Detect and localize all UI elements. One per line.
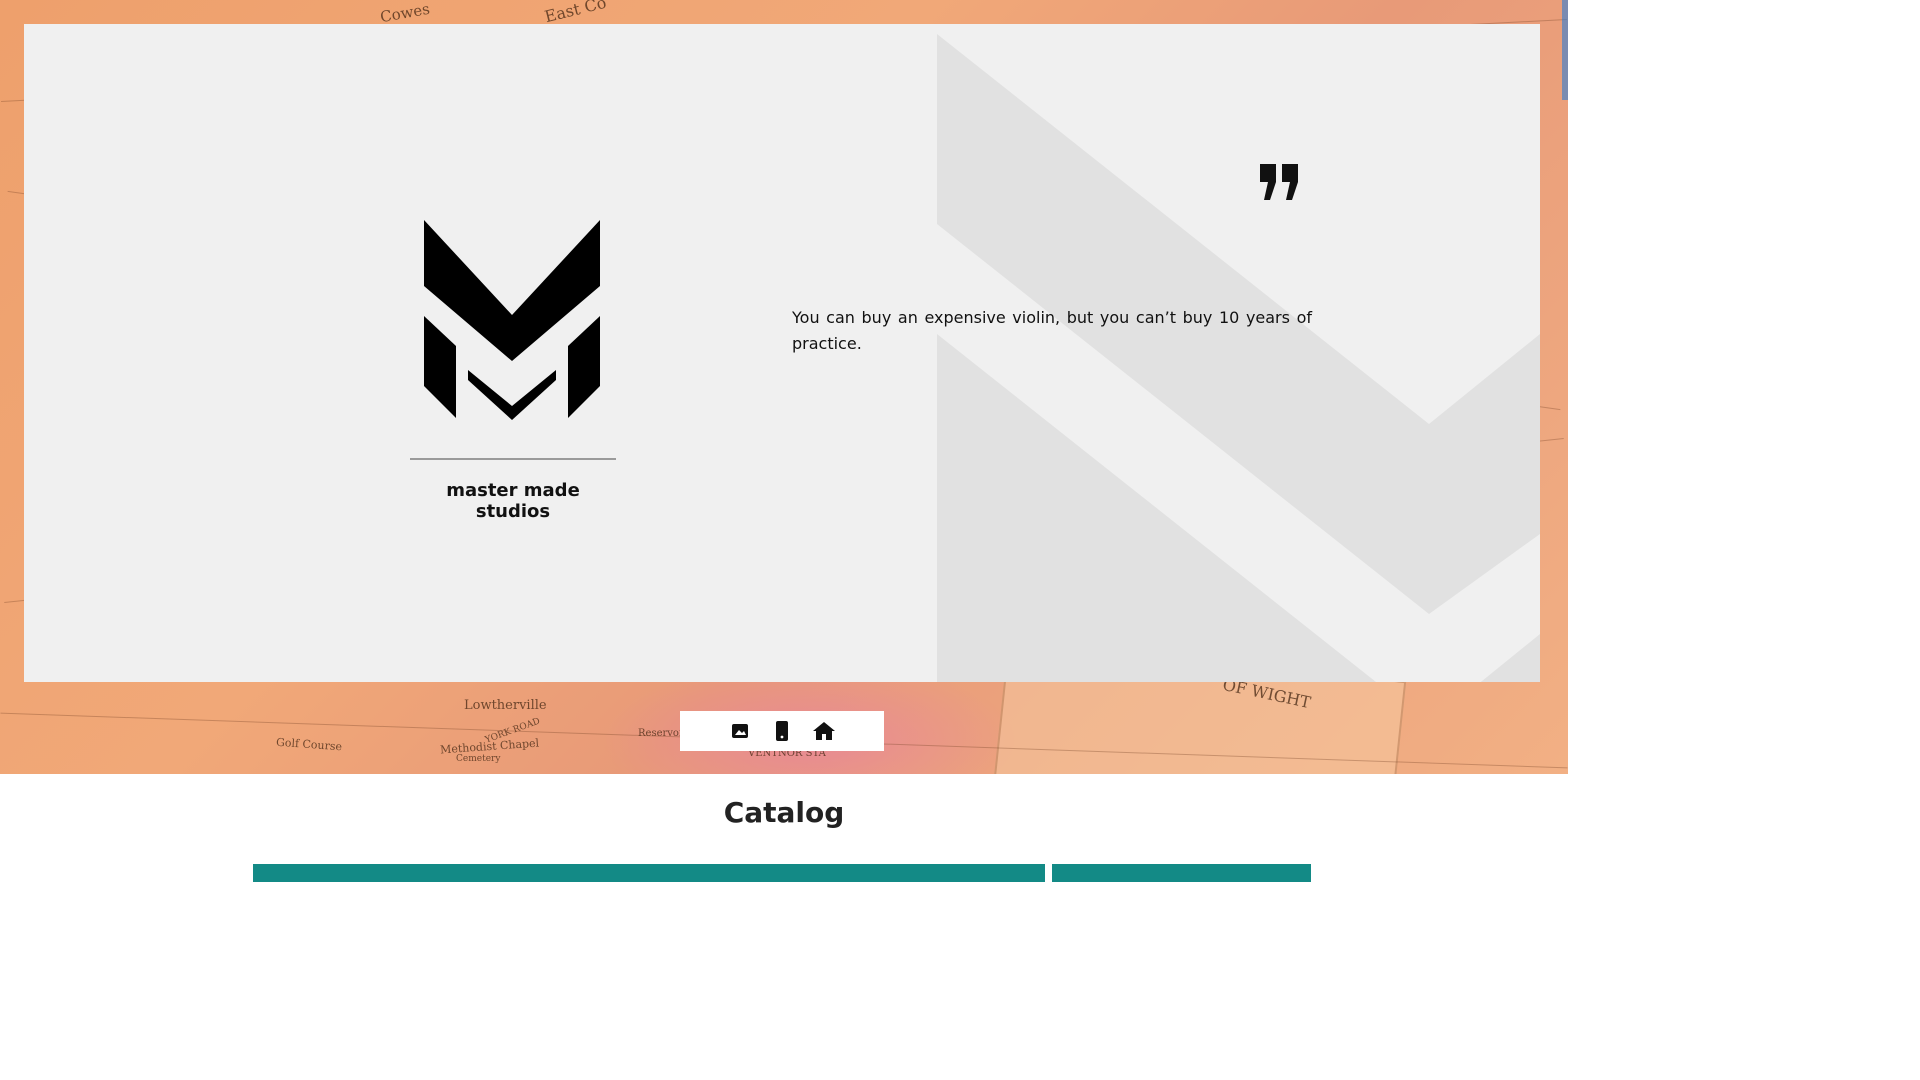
image-icon <box>732 724 748 738</box>
icon-toolbar <box>680 711 884 751</box>
catalog-heading: Catalog <box>723 796 845 829</box>
brand-logo-block: master made studios <box>410 220 616 522</box>
map-label: East Co <box>542 0 609 27</box>
hero-panel: master made studios You can buy an expen… <box>24 24 1540 682</box>
map-label: Golf Course <box>275 735 343 754</box>
catalog-card[interactable] <box>253 864 1045 882</box>
home-button[interactable] <box>812 719 836 743</box>
hero-quote: You can buy an expensive violin, but you… <box>792 308 1312 353</box>
map-label: Cemetery <box>456 754 501 764</box>
phone-button[interactable] <box>770 719 794 743</box>
logo-divider <box>410 458 616 460</box>
brand-name: master made studios <box>446 480 580 522</box>
brand-logo-icon <box>424 220 600 420</box>
quote-icon <box>1260 164 1298 200</box>
map-label: Cowes <box>378 0 432 27</box>
phone-icon <box>776 721 788 741</box>
scrollbar[interactable] <box>1562 0 1568 100</box>
catalog-card[interactable] <box>1052 864 1311 882</box>
hero-decoration <box>937 34 1540 682</box>
map-label: Lowtherville <box>464 698 547 713</box>
image-button[interactable] <box>728 719 752 743</box>
home-icon <box>813 722 835 740</box>
